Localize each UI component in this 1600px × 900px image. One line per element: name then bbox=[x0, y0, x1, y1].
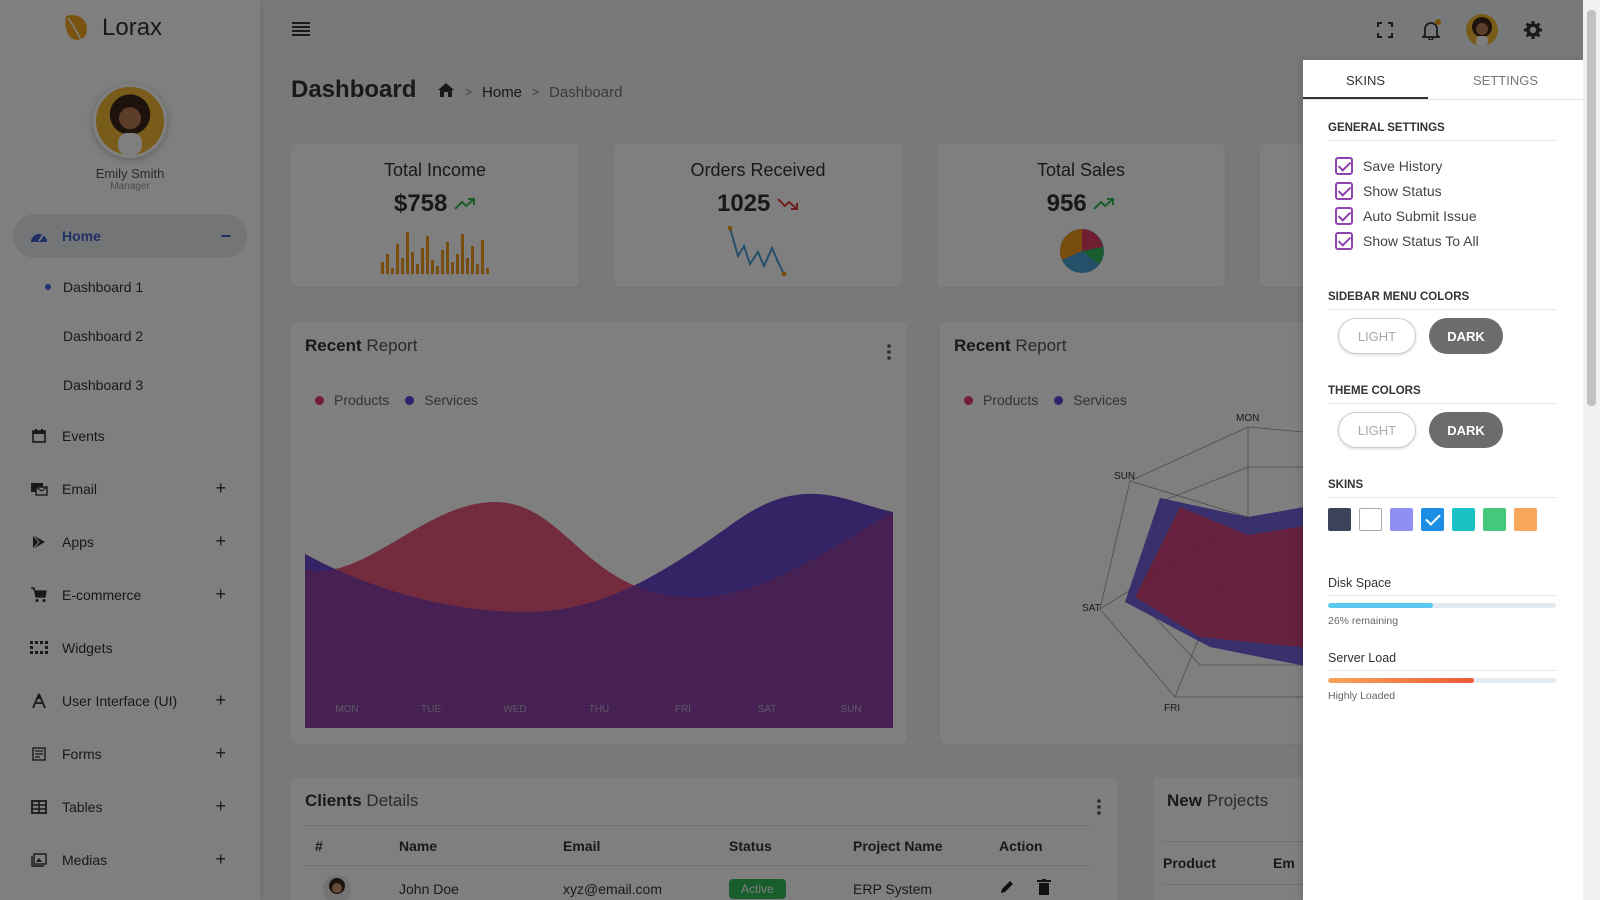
skin-swatch[interactable] bbox=[1514, 508, 1537, 531]
page-scrollbar[interactable] bbox=[1583, 0, 1600, 900]
server-load-note: Highly Loaded bbox=[1328, 690, 1396, 702]
tab-skins[interactable]: SKINS bbox=[1303, 60, 1428, 99]
settings-tabs: SKINS SETTINGS bbox=[1303, 60, 1583, 100]
theme-dark-button[interactable]: DARK bbox=[1429, 412, 1503, 448]
disk-space-note: 26% remaining bbox=[1328, 615, 1399, 627]
section-title-sidebar-colors: SIDEBAR MENU COLORS bbox=[1328, 291, 1556, 310]
checkbox-checked-icon[interactable] bbox=[1335, 182, 1353, 200]
checkbox-show-status[interactable]: Show Status bbox=[1335, 182, 1442, 200]
section-title-general: GENERAL SETTINGS bbox=[1328, 122, 1556, 141]
disk-space-bar bbox=[1328, 603, 1556, 608]
skin-swatches bbox=[1328, 508, 1537, 531]
server-load-bar bbox=[1328, 678, 1556, 683]
settings-panel: SKINS SETTINGS GENERAL SETTINGS Save His… bbox=[1303, 60, 1583, 900]
sidebar-dark-button[interactable]: DARK bbox=[1429, 318, 1503, 354]
checkbox-save-history[interactable]: Save History bbox=[1335, 157, 1442, 175]
sidebar-light-button[interactable]: LIGHT bbox=[1338, 318, 1416, 354]
scrollbar-thumb[interactable] bbox=[1587, 10, 1596, 406]
server-load-label: Server Load bbox=[1328, 651, 1556, 671]
disk-space-fill bbox=[1328, 603, 1433, 608]
disk-space-label: Disk Space bbox=[1328, 576, 1556, 596]
skin-swatch[interactable] bbox=[1359, 508, 1382, 531]
checkbox-checked-icon[interactable] bbox=[1335, 157, 1353, 175]
skin-swatch[interactable] bbox=[1390, 508, 1413, 531]
theme-light-button[interactable]: LIGHT bbox=[1338, 412, 1416, 448]
section-title-skins: SKINS bbox=[1328, 479, 1556, 498]
server-load-fill bbox=[1328, 678, 1474, 683]
skin-swatch[interactable] bbox=[1452, 508, 1475, 531]
skin-swatch[interactable] bbox=[1483, 508, 1506, 531]
tab-settings[interactable]: SETTINGS bbox=[1428, 60, 1583, 99]
section-title-theme-colors: THEME COLORS bbox=[1328, 385, 1556, 404]
checkbox-checked-icon[interactable] bbox=[1335, 232, 1353, 250]
checkbox-show-status-all[interactable]: Show Status To All bbox=[1335, 232, 1479, 250]
skin-swatch[interactable] bbox=[1328, 508, 1351, 531]
checkbox-checked-icon[interactable] bbox=[1335, 207, 1353, 225]
checkbox-auto-submit[interactable]: Auto Submit Issue bbox=[1335, 207, 1477, 225]
skin-swatch-selected[interactable] bbox=[1421, 508, 1444, 531]
